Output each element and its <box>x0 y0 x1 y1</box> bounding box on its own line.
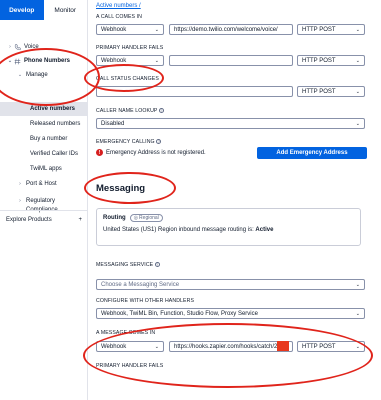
routing-info-card: Routing ◎ Regional United States (US1) R… <box>96 208 361 246</box>
add-icon[interactable]: + <box>78 217 82 223</box>
emergency-warning: ! Emergency Address is not registered. <box>96 149 206 156</box>
configure-handlers-select[interactable]: Webhook, TwiML Bin, Function, Studio Flo… <box>96 308 365 319</box>
chevron-down-icon: ⌄ <box>355 343 360 350</box>
chevron-down-icon: ⌄ <box>154 57 159 64</box>
chevron-right-icon: › <box>19 181 21 187</box>
call-comes-in-url-input[interactable]: https://demo.twilio.com/welcome/voice/ <box>169 24 293 35</box>
sidebar-item-label: Regulatory <box>26 198 56 204</box>
primary-handler-method-select[interactable]: HTTP POST ⌄ <box>297 55 365 66</box>
select-value: Webhook <box>101 57 127 64</box>
sidebar-item-label: Port & Host <box>26 181 57 187</box>
chevron-down-icon: ⌄ <box>154 26 159 33</box>
configure-handlers-label: CONFIGURE WITH OTHER HANDLERS <box>96 298 195 304</box>
emergency-warning-text: Emergency Address is not registered. <box>106 149 206 156</box>
select-placeholder: Choose a Messaging Service <box>101 281 180 288</box>
regional-badge-text: Regional <box>139 215 159 221</box>
select-value: Disabled <box>101 120 125 127</box>
chevron-down-icon: ⌄ <box>154 343 159 350</box>
tab-monitor[interactable]: Monitor <box>44 0 88 20</box>
sidebar-tabs: Develop Monitor <box>0 0 87 20</box>
select-value: Webhook <box>101 26 127 33</box>
primary-handler-type-select[interactable]: Webhook ⌄ <box>96 55 164 66</box>
sidebar-item-buy-a-number[interactable]: Buy a number <box>0 133 88 145</box>
sidebar-item-manage[interactable]: ⌄ Manage <box>0 68 88 82</box>
error-icon: ! <box>96 149 103 156</box>
caller-name-lookup-text: CALLER NAME LOOKUP <box>96 108 158 114</box>
chevron-down-icon: ⌄ <box>7 58 13 64</box>
tab-develop[interactable]: Develop <box>0 0 44 20</box>
routing-header: Routing ◎ Regional <box>103 214 354 222</box>
sidebar-item-label: Phone Numbers <box>24 58 71 64</box>
chevron-down-icon: ⌄ <box>355 57 360 64</box>
select-value: HTTP POST <box>302 88 336 95</box>
sidebar-item-released-numbers[interactable]: Released numbers <box>0 118 88 130</box>
routing-status-prefix: United States (US1) Region inbound messa… <box>103 227 256 233</box>
chevron-down-icon: ⌄ <box>355 120 360 127</box>
sidebar-item-label: TwiML apps <box>30 166 62 172</box>
select-value: Webhook <box>101 343 127 350</box>
select-value: Webhook, TwiML Bin, Function, Studio Flo… <box>101 310 258 317</box>
sidebar-item-voice[interactable]: › Voice <box>0 40 88 54</box>
message-comes-in-label: A MESSAGE COMES IN <box>96 330 156 336</box>
regional-badge: ◎ Regional <box>129 214 163 222</box>
message-comes-in-type-select[interactable]: Webhook ⌄ <box>96 341 164 352</box>
sidebar-item-phone-numbers[interactable]: ⌄ Phone Numbers <box>0 54 88 68</box>
explore-products-label: Explore Products <box>6 217 52 223</box>
sidebar-item-label: Released numbers <box>30 121 81 127</box>
main-content: Active numbers / A CALL COMES IN Webhook… <box>89 0 381 400</box>
sidebar-item-label: Buy a number <box>30 136 68 142</box>
emergency-calling-label: EMERGENCY CALLING ? <box>96 139 162 145</box>
chevron-down-icon: ⌄ <box>355 88 360 95</box>
chevron-right-icon: › <box>19 198 21 204</box>
explore-products[interactable]: Explore Products + <box>0 210 88 229</box>
chevron-down-icon: ⌄ <box>355 310 360 317</box>
select-value: HTTP POST <box>302 343 336 350</box>
message-primary-handler-fails-label: PRIMARY HANDLER FAILS <box>96 363 164 369</box>
add-emergency-address-button[interactable]: Add Emergency Address <box>257 147 367 159</box>
messaging-service-select[interactable]: Choose a Messaging Service ⌄ <box>96 279 365 290</box>
emergency-calling-text: EMERGENCY CALLING <box>96 139 155 145</box>
call-comes-in-type-select[interactable]: Webhook ⌄ <box>96 24 164 35</box>
redaction-box <box>277 341 289 351</box>
call-comes-in-method-select[interactable]: HTTP POST ⌄ <box>297 24 365 35</box>
phone-icon <box>14 43 21 50</box>
chevron-down-icon: ⌄ <box>355 281 360 288</box>
chevron-down-icon: ⌄ <box>17 72 23 78</box>
sidebar-item-label: Manage <box>26 72 48 78</box>
call-status-method-select[interactable]: HTTP POST ⌄ <box>297 86 365 97</box>
sidebar-item-label: Verified Caller IDs <box>30 151 79 157</box>
call-comes-in-label: A CALL COMES IN <box>96 14 142 20</box>
message-comes-in-method-select[interactable]: HTTP POST ⌄ <box>297 341 365 352</box>
primary-handler-url-input[interactable] <box>169 55 293 66</box>
messaging-service-label: MESSAGING SERVICE ? <box>96 262 160 268</box>
sidebar-item-active-numbers[interactable]: Active numbers <box>0 102 88 116</box>
sidebar-item-label: Active numbers <box>30 106 76 112</box>
message-comes-in-url-input[interactable]: https://hooks.zapier.com/hooks/catch/2 <box>169 341 293 352</box>
routing-label: Routing <box>103 215 126 221</box>
help-icon[interactable]: ? <box>158 108 164 114</box>
sidebar: Develop Monitor › Voice ⌄ Phone Numbers … <box>0 0 88 400</box>
sidebar-item-label: Voice <box>24 44 39 50</box>
call-status-changes-label: CALL STATUS CHANGES <box>96 76 159 82</box>
routing-status-text: United States (US1) Region inbound messa… <box>103 227 354 233</box>
call-status-url-input[interactable] <box>96 86 293 97</box>
messaging-section-title: Messaging <box>96 183 146 194</box>
help-icon[interactable]: ? <box>154 262 160 268</box>
chevron-right-icon: › <box>9 44 11 50</box>
sidebar-item-twiml-apps[interactable]: TwiML apps <box>0 163 88 175</box>
routing-status-value: Active <box>255 227 274 233</box>
caller-name-lookup-select[interactable]: Disabled ⌄ <box>96 118 365 129</box>
select-value: HTTP POST <box>302 26 336 33</box>
breadcrumb[interactable]: Active numbers / <box>96 3 141 9</box>
messaging-service-text: MESSAGING SERVICE <box>96 262 154 268</box>
hash-icon <box>14 58 21 64</box>
help-icon[interactable]: ? <box>156 139 162 145</box>
globe-icon: ◎ <box>133 215 139 221</box>
caller-name-lookup-label: CALLER NAME LOOKUP ? <box>96 108 164 114</box>
chevron-down-icon: ⌄ <box>355 26 360 33</box>
primary-handler-fails-label: PRIMARY HANDLER FAILS <box>96 45 164 51</box>
sidebar-item-verified-caller-ids[interactable]: Verified Caller IDs <box>0 148 88 160</box>
sidebar-item-port-host[interactable]: › Port & Host <box>0 178 88 190</box>
select-value: HTTP POST <box>302 57 336 64</box>
